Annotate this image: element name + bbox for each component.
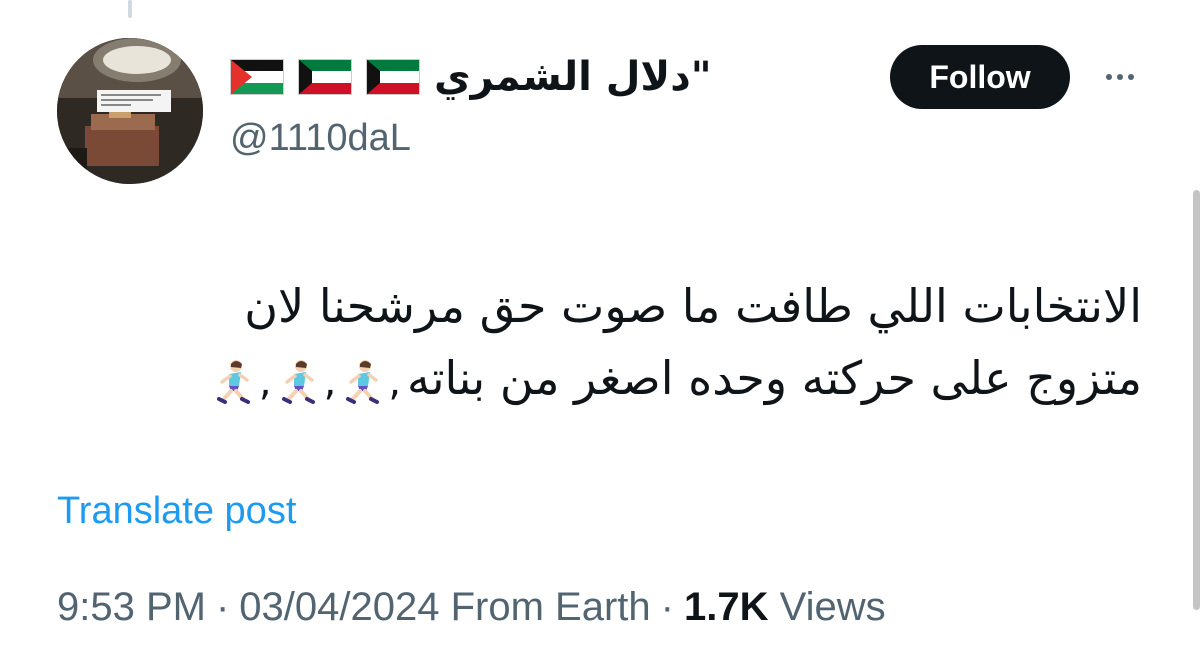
- woman-running-icon: ,: [338, 346, 401, 418]
- scrollbar[interactable]: [1193, 190, 1200, 610]
- tweet-source: From Earth: [450, 585, 651, 629]
- more-options-icon[interactable]: [1095, 62, 1145, 92]
- separator: ·: [215, 585, 230, 629]
- emoji-group: , , ,: [209, 346, 401, 418]
- tweet-time[interactable]: 9:53 PM: [57, 585, 206, 629]
- woman-running-icon: ,: [274, 346, 336, 418]
- views-count: 1.7K: [684, 585, 769, 629]
- tweet-text-line-2: متزوج على حركته وحده اصغر من بناته , , ,: [62, 342, 1142, 418]
- woman-running-icon: ,: [209, 346, 272, 418]
- tweet-text-line-2-text: متزوج على حركته وحده اصغر من بناته: [407, 351, 1142, 405]
- author-name-row: "دلال الشمري: [230, 52, 712, 102]
- avatar[interactable]: [57, 38, 203, 184]
- thread-connector-line: [128, 0, 132, 18]
- tweet-text-line-1: الانتخابات اللي طافت ما صوت حق مرشحنا لا…: [244, 279, 1142, 333]
- kuwait-flag-icon: [298, 59, 352, 95]
- tweet-text: الانتخابات اللي طافت ما صوت حق مرشحنا لا…: [62, 270, 1142, 418]
- flag-group: [230, 59, 420, 95]
- palestine-flag-icon: [230, 59, 284, 95]
- tweet-metadata: 9:53 PM · 03/04/2024 From Earth · 1.7K Views: [57, 585, 886, 630]
- tweet-date[interactable]: 03/04/2024: [239, 585, 439, 629]
- kuwait-flag-icon: [366, 59, 420, 95]
- translate-post-link[interactable]: Translate post: [57, 490, 296, 533]
- separator: ·: [660, 585, 674, 629]
- author-handle[interactable]: @1110daL: [230, 117, 411, 160]
- follow-button[interactable]: Follow: [890, 45, 1070, 109]
- author-display-name[interactable]: "دلال الشمري: [434, 54, 712, 100]
- views-label: Views: [779, 585, 886, 629]
